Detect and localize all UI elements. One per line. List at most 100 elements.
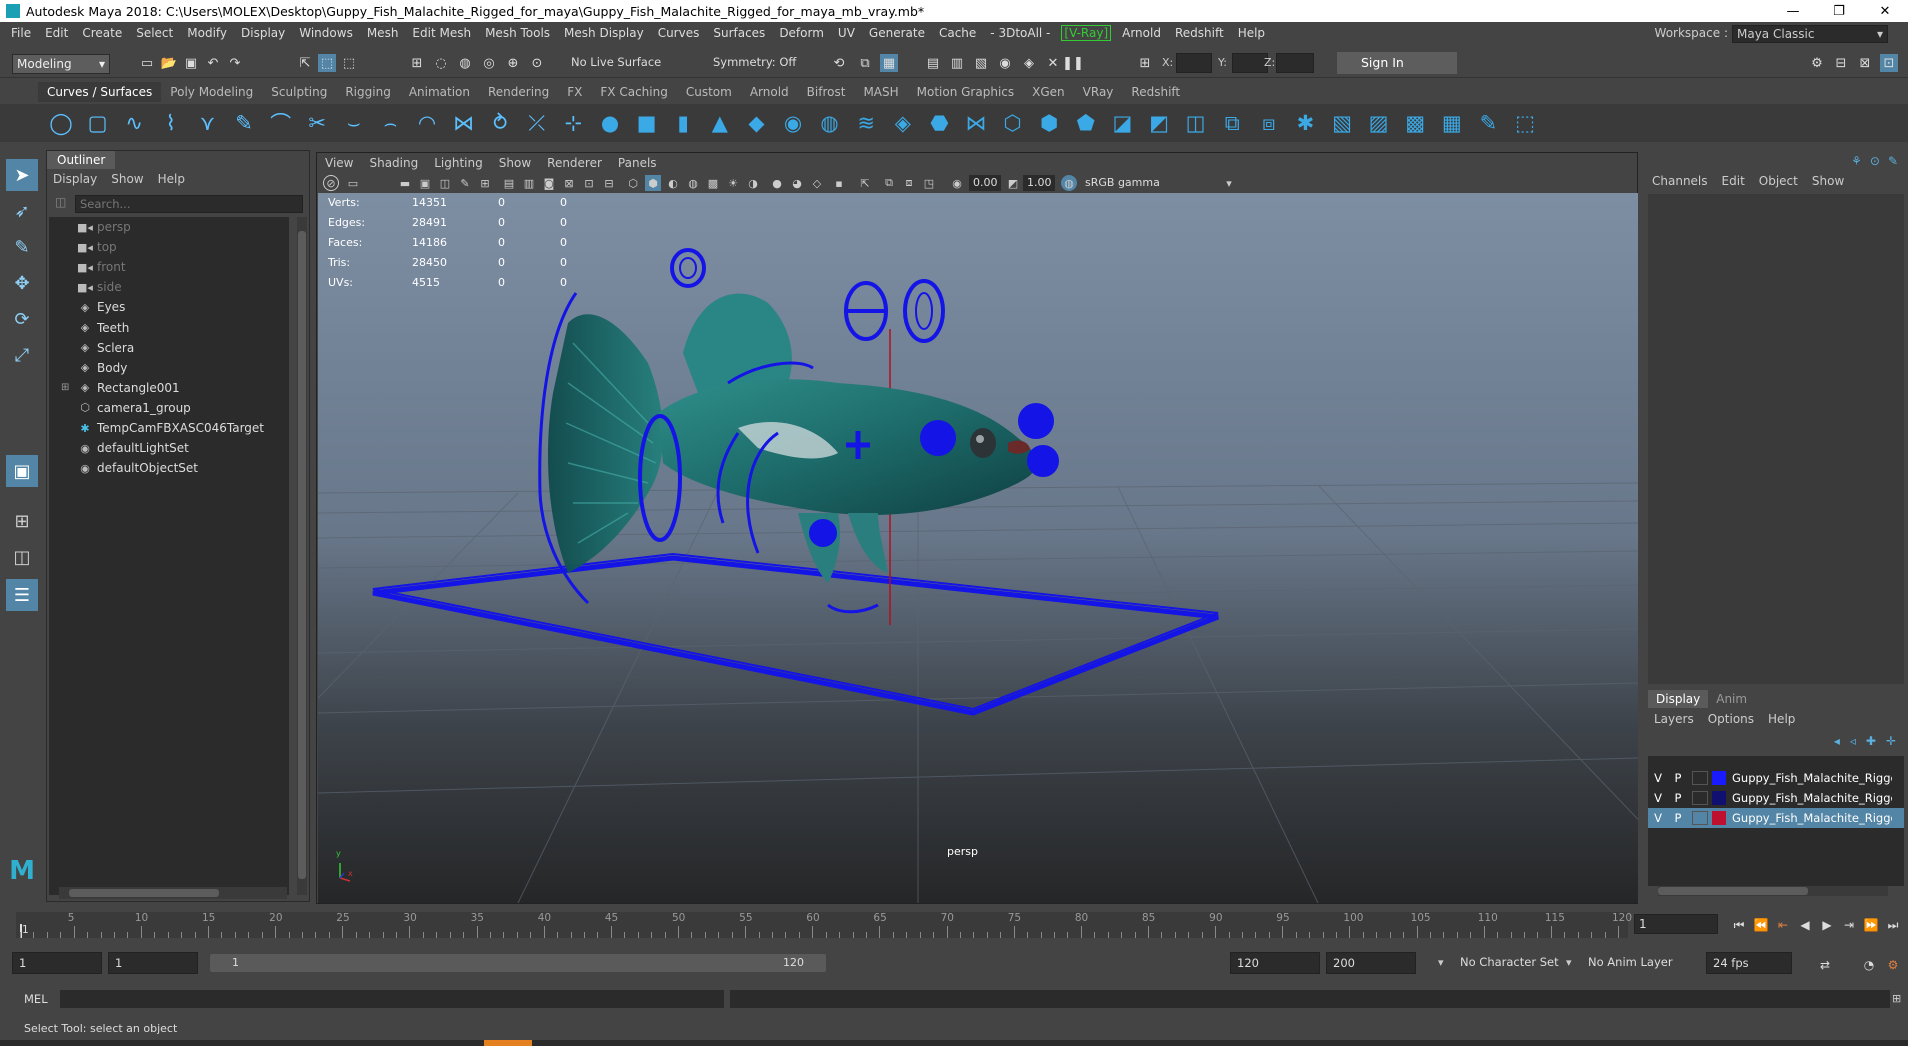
vray-ipr-icon[interactable]: ✕ [1044, 54, 1062, 72]
grid-toggle-icon[interactable]: ⊞ [477, 175, 493, 191]
restore-button[interactable]: ❐ [1816, 0, 1862, 22]
play-backwards-icon[interactable]: ◀ [1796, 916, 1814, 934]
detach-curves-icon[interactable]: ⌢ [377, 110, 403, 136]
wireframe-on-shaded-icon[interactable]: ◍ [685, 175, 701, 191]
new-scene-icon[interactable]: ▭ [138, 54, 156, 72]
menu-mesh-display[interactable]: Mesh Display [557, 26, 651, 40]
menu-mesh[interactable]: Mesh [360, 26, 406, 40]
layer-menu-help[interactable]: Help [1768, 712, 1795, 726]
sculpt-tool-icon[interactable]: ✱ [1292, 110, 1318, 136]
layer-name[interactable]: Guppy_Fish_Malachite_Rigged [1732, 811, 1892, 825]
rebuild-surface-icon[interactable]: ▧ [1329, 110, 1355, 136]
pencil-curve-icon[interactable]: ✎ [231, 110, 257, 136]
3d-scene[interactable]: Verts: 14351 0 0 Edges: 28491 0 0 Faces: 14186 0 0 T… [318, 193, 1638, 903]
outliner-item-defaultlightset[interactable]: ◉ defaultLightSet [49, 438, 289, 458]
layer-tab-display[interactable]: Display [1648, 690, 1709, 708]
anim-layer-dropdown[interactable]: No Anim Layer [1582, 952, 1682, 974]
select-camera-icon[interactable]: ⊘ [323, 175, 339, 191]
menu-generate[interactable]: Generate [862, 26, 932, 40]
arc-icon[interactable]: ⌒ [268, 110, 294, 136]
layer-menu-layers[interactable]: Layers [1654, 712, 1694, 726]
align-surfaces-icon[interactable]: ▩ [1402, 110, 1428, 136]
menu-windows[interactable]: Windows [292, 26, 360, 40]
redo-icon[interactable]: ↷ [226, 54, 244, 72]
vray-render-icon[interactable]: ◈ [1020, 54, 1038, 72]
smooth-tool-icon[interactable]: ✎ [1475, 110, 1501, 136]
step-forward-frame-icon[interactable]: ⏩ [1862, 916, 1880, 934]
attribute-icon[interactable]: ⊙ [1870, 154, 1880, 168]
outliner-menu-help[interactable]: Help [158, 172, 185, 186]
menu-display[interactable]: Display [234, 26, 292, 40]
wireframe-icon[interactable]: ⬡ [625, 175, 641, 191]
shelf-tab-curves-surfaces[interactable]: Curves / Surfaces [38, 82, 162, 102]
transform-mode-icon[interactable]: ⊞ [1136, 54, 1154, 72]
outliner-item-teeth[interactable]: ◈ Teeth [49, 318, 289, 338]
viewport-menu-panels[interactable]: Panels [618, 156, 657, 170]
construction-history-icon[interactable]: ⧉ [856, 54, 874, 72]
step-back-key-icon[interactable]: ⇤ [1774, 916, 1792, 934]
hypershade-icon[interactable]: ◉ [996, 54, 1014, 72]
ep-curve-icon[interactable]: ⌇ [158, 110, 184, 136]
nurbs-cone-icon[interactable]: ▲ [707, 110, 733, 136]
loft-icon[interactable]: ≋ [853, 110, 879, 136]
nurbs-torus-icon[interactable]: ◉ [780, 110, 806, 136]
playback-end-field[interactable]: 120 [1230, 952, 1320, 974]
channel-menu-show[interactable]: Show [1812, 174, 1844, 188]
shelf-tab-motion-graphics[interactable]: Motion Graphics [908, 82, 1024, 102]
menu-surfaces[interactable]: Surfaces [706, 26, 772, 40]
menu-uv[interactable]: UV [831, 26, 862, 40]
layer-color-swatch[interactable] [1712, 811, 1726, 825]
shelf-tab-rendering[interactable]: Rendering [479, 82, 558, 102]
fillet-curve-icon[interactable]: ⥁ [487, 110, 513, 136]
tool-settings-icon[interactable]: ⊠ [1856, 54, 1874, 72]
shelf-tab-bifrost[interactable]: Bifrost [798, 82, 855, 102]
outliner-menu-display[interactable]: Display [53, 172, 97, 186]
snap-point-icon[interactable]: ◍ [456, 54, 474, 72]
channel-box-area[interactable] [1648, 194, 1904, 684]
outliner-horizontal-scrollbar[interactable] [59, 887, 287, 899]
stitch-icon[interactable]: ⧈ [1256, 110, 1282, 136]
attach-surfaces-icon[interactable]: ▦ [1439, 110, 1465, 136]
scale-tool-icon[interactable]: ⤢ [6, 339, 38, 371]
outliner-item-rectangle001[interactable]: ⊞ ◈ Rectangle001 [49, 378, 289, 398]
play-forwards-icon[interactable]: ▶ [1818, 916, 1836, 934]
offset-curve-icon[interactable]: ◠ [414, 110, 440, 136]
backface-culling-icon[interactable]: ◳ [921, 175, 937, 191]
snap-curve-icon[interactable]: ◌ [432, 54, 450, 72]
menu-redshift[interactable]: Redshift [1168, 26, 1231, 40]
display-layer-row[interactable]: V P Guppy_Fish_Malachite_Rigged [1648, 808, 1904, 828]
menu-cache[interactable]: Cache [932, 26, 983, 40]
xray-icon[interactable]: ⧉ [881, 175, 897, 191]
layer-tab-anim[interactable]: Anim [1708, 690, 1755, 708]
live-surface-field[interactable]: No Live Surface [566, 53, 686, 73]
attach-curves-icon[interactable]: ⌣ [341, 110, 367, 136]
new-layer-icon[interactable]: ✛ [1886, 734, 1896, 748]
go-to-start-icon[interactable]: ⏮ [1730, 916, 1748, 934]
select-hierarchy-icon[interactable]: ⇱ [296, 54, 314, 72]
rotate-tool-icon[interactable]: ⟳ [6, 303, 38, 335]
viewport-menu-view[interactable]: View [325, 156, 353, 170]
character-set-chevron-icon[interactable]: ▾ [1438, 956, 1444, 969]
snap-view-icon[interactable]: ◎ [480, 54, 498, 72]
shelf-tab-arnold[interactable]: Arnold [741, 82, 798, 102]
smooth-shade-icon[interactable]: ⬢ [645, 175, 661, 191]
safe-action-icon[interactable]: ⊡ [581, 175, 597, 191]
display-layer-row[interactable]: V P Guppy_Fish_Malachite_Rigged [1648, 788, 1904, 808]
exposure-icon[interactable]: ◉ [949, 175, 965, 191]
loop-icon[interactable]: ⇄ [1816, 956, 1834, 974]
select-objects-icon[interactable]: ⬚ [318, 54, 336, 72]
nurbs-square-icon[interactable]: ▢ [85, 110, 111, 136]
shelf-tab-poly-modeling[interactable]: Poly Modeling [161, 82, 262, 102]
outliner-item-defaultobjectset[interactable]: ◉ defaultObjectSet [49, 458, 289, 478]
layer-name[interactable]: Guppy_Fish_Malachite_Rigged [1732, 791, 1892, 805]
channel-box-icon[interactable]: ⊡ [1880, 54, 1898, 72]
viewport-menu-renderer[interactable]: Renderer [547, 156, 602, 170]
layer-display-type-toggle[interactable] [1692, 791, 1708, 805]
cv-curve-icon[interactable]: ∿ [121, 110, 147, 136]
outliner-vertical-scrollbar[interactable] [297, 217, 307, 895]
birail-icon[interactable]: ⋈ [963, 110, 989, 136]
planar-icon[interactable]: ◈ [890, 110, 916, 136]
expand-toggle-icon[interactable]: ⊞ [61, 382, 77, 393]
shelf-tab-mash[interactable]: MASH [854, 82, 907, 102]
layer-name[interactable]: Guppy_Fish_Malachite_Rigged [1732, 771, 1892, 785]
